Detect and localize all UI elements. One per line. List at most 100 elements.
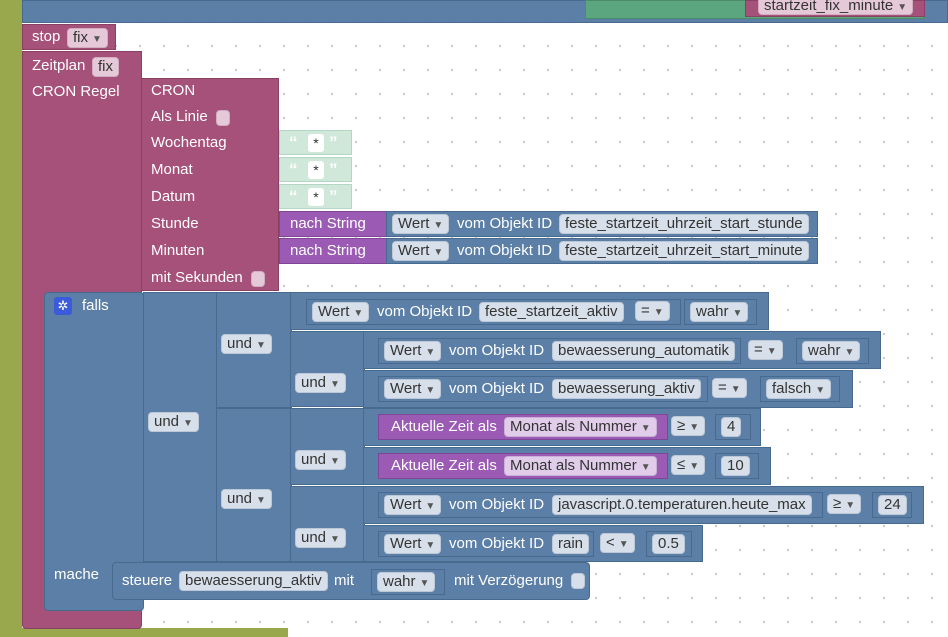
object-id-3[interactable]: bewaesserung_aktiv: [552, 379, 701, 399]
und-main-dropdown[interactable]: und ▼: [148, 412, 199, 432]
number-block-4[interactable]: 4: [715, 414, 751, 440]
wert-block-2[interactable]: Wert ▼ vom Objekt ID bewaesserung_automat…: [378, 338, 741, 364]
bool-dropdown-2[interactable]: wahr ▼: [802, 341, 861, 361]
time-mode-dropdown-5[interactable]: Monat als Nummer ▼: [504, 456, 657, 476]
number-block-5[interactable]: 10: [715, 453, 759, 479]
wert-dropdown[interactable]: Wert ▼: [384, 379, 442, 399]
bool-block-1[interactable]: wahr ▼: [684, 299, 757, 325]
wert-block-3[interactable]: Wert ▼ vom Objekt ID bewaesserung_aktiv: [378, 376, 708, 402]
und-block-inner-2[interactable]: und ▼: [290, 408, 365, 485]
startzeit-dropdown[interactable]: startzeit_fix_minute ▼: [758, 0, 914, 15]
wert-dropdown[interactable]: Wert ▼: [384, 341, 442, 361]
startzeit-block[interactable]: startzeit_fix_minute ▼: [745, 0, 925, 17]
stop-block[interactable]: stop fix ▼: [22, 24, 116, 50]
bool-dropdown-action[interactable]: wahr ▼: [377, 572, 436, 592]
dropdown-arrow-icon: ▼: [183, 418, 193, 429]
object-id-7[interactable]: rain: [552, 534, 590, 554]
zeitplan-variable[interactable]: fix: [92, 57, 119, 77]
wert-dropdown[interactable]: Wert ▼: [312, 302, 370, 322]
steuere-target[interactable]: bewaesserung_aktiv: [179, 571, 328, 591]
number-block-7[interactable]: 0.5: [646, 531, 692, 557]
number-block-6[interactable]: 24: [872, 492, 912, 518]
time-block-4[interactable]: Aktuelle Zeit als Monat als Nummer ▼: [378, 414, 668, 440]
und-inner-2-dropdown[interactable]: und ▼: [295, 450, 346, 470]
compare-block-3[interactable]: Wert ▼ vom Objekt ID bewaesserung_aktiv =…: [363, 370, 853, 408]
operator-2[interactable]: = ▼: [748, 340, 783, 360]
object-id-6[interactable]: javascript.0.temperaturen.heute_max: [552, 495, 812, 515]
number-field-7[interactable]: 0.5: [652, 534, 685, 554]
datum-value[interactable]: *: [308, 188, 324, 206]
stunde-object-id[interactable]: feste_startzeit_uhrzeit_start_stunde: [559, 214, 809, 234]
gear-icon[interactable]: ✲: [54, 297, 72, 315]
bool-dropdown-3[interactable]: falsch ▼: [766, 379, 832, 399]
datum-label: Datum: [151, 188, 196, 205]
und-bottom-dropdown[interactable]: und ▼: [221, 489, 272, 509]
compare-block-4[interactable]: Aktuelle Zeit als Monat als Nummer ▼ ≥ ▼ 4: [363, 408, 761, 446]
mit-verzoegerung-checkbox[interactable]: [571, 573, 585, 589]
number-4-text: 4: [727, 418, 736, 435]
vom-objekt-label: vom Objekt ID: [449, 342, 545, 359]
mit-sekunden-checkbox[interactable]: [251, 271, 265, 287]
dropdown-arrow-icon: ▼: [256, 340, 266, 351]
wert-block-1[interactable]: Wert ▼ vom Objekt ID feste_startzeit_akti…: [306, 299, 681, 325]
zeitplan-value: fix: [98, 58, 113, 75]
datum-text-block[interactable]: “ * ”: [279, 184, 352, 209]
time-block-5[interactable]: Aktuelle Zeit als Monat als Nummer ▼: [378, 453, 668, 479]
und-block-inner-3[interactable]: und ▼: [290, 486, 365, 562]
operator-5[interactable]: ≤ ▼: [671, 455, 706, 475]
object-id-1[interactable]: feste_startzeit_aktiv: [479, 302, 624, 322]
vom-objekt-label: vom Objekt ID: [449, 380, 545, 397]
steuere-block[interactable]: steuere bewaesserung_aktiv mit wahr ▼ mit…: [112, 562, 590, 600]
monat-value[interactable]: *: [308, 161, 324, 179]
cron-block[interactable]: CRON Als Linie Wochentag Monat Datum Stu…: [141, 78, 279, 291]
und-inner-3-dropdown[interactable]: und ▼: [295, 528, 346, 548]
number-field-4[interactable]: 4: [721, 417, 742, 437]
bool-dropdown-1[interactable]: wahr ▼: [690, 302, 749, 322]
compare-block-5[interactable]: Aktuelle Zeit als Monat als Nummer ▼ ≤ ▼ 1…: [363, 447, 771, 485]
und-block-top[interactable]: und ▼: [216, 292, 292, 408]
outer-event-block[interactable]: [0, 0, 22, 637]
wochentag-text-block[interactable]: “ * ”: [279, 130, 352, 155]
wochentag-value[interactable]: *: [308, 134, 324, 152]
stop-dropdown[interactable]: fix ▼: [67, 28, 108, 48]
operator-2-text: =: [754, 341, 763, 358]
wert-dropdown[interactable]: Wert ▼: [392, 214, 450, 234]
und-top-dropdown[interactable]: und ▼: [221, 334, 272, 354]
als-linie-checkbox[interactable]: [216, 110, 230, 126]
operator-3[interactable]: = ▼: [712, 378, 747, 398]
bool-block-2[interactable]: wahr ▼: [796, 338, 869, 364]
compare-block-2[interactable]: Wert ▼ vom Objekt ID bewaesserung_automat…: [363, 331, 881, 369]
number-field-5[interactable]: 10: [721, 456, 750, 476]
time-mode-dropdown-4[interactable]: Monat als Nummer ▼: [504, 417, 657, 437]
wert-dropdown[interactable]: Wert ▼: [384, 495, 442, 515]
nach-string-minute-block[interactable]: nach String: [279, 238, 389, 264]
compare-block-7[interactable]: Wert ▼ vom Objekt ID rain < ▼ 0.5: [363, 525, 703, 562]
operator-7[interactable]: < ▼: [600, 533, 635, 553]
bool-block-action[interactable]: wahr ▼: [371, 569, 445, 595]
wert-minute-block[interactable]: Wert ▼ vom Objekt ID feste_startzeit_uhrz…: [386, 238, 818, 264]
und-inner-1-dropdown[interactable]: und ▼: [295, 373, 346, 393]
und-block-main[interactable]: und ▼: [143, 292, 218, 562]
wert-dropdown[interactable]: Wert ▼: [392, 241, 450, 261]
vom-objekt-label: vom Objekt ID: [457, 242, 553, 259]
bool-block-3[interactable]: falsch ▼: [760, 376, 840, 402]
cron-rule-label: CRON Regel: [32, 83, 120, 100]
object-id-2[interactable]: bewaesserung_automatik: [552, 341, 735, 361]
wert-block-7[interactable]: Wert ▼ vom Objekt ID rain: [378, 531, 594, 557]
monat-text-block[interactable]: “ * ”: [279, 157, 352, 182]
operator-1[interactable]: = ▼: [635, 301, 670, 321]
compare-block-6[interactable]: Wert ▼ vom Objekt ID javascript.0.tempera…: [363, 486, 924, 524]
minute-object-id-text: feste_startzeit_uhrzeit_start_minute: [565, 242, 803, 259]
nach-string-stunde-block[interactable]: nach String: [279, 211, 389, 237]
wert-dropdown[interactable]: Wert ▼: [384, 534, 442, 554]
operator-6[interactable]: ≥ ▼: [827, 494, 862, 514]
und-block-bottom[interactable]: und ▼: [216, 408, 292, 562]
wert-block-6[interactable]: Wert ▼ vom Objekt ID javascript.0.tempera…: [378, 492, 823, 518]
compare-block-1[interactable]: Wert ▼ vom Objekt ID feste_startzeit_akti…: [290, 292, 769, 330]
number-field-6[interactable]: 24: [878, 495, 907, 515]
operator-4[interactable]: ≥ ▼: [671, 416, 706, 436]
dropdown-arrow-icon: ▼: [425, 347, 436, 358]
und-block-inner-1[interactable]: und ▼: [290, 331, 365, 407]
wert-stunde-block[interactable]: Wert ▼ vom Objekt ID feste_startzeit_uhrz…: [386, 211, 818, 237]
minute-object-id[interactable]: feste_startzeit_uhrzeit_start_minute: [559, 241, 809, 261]
